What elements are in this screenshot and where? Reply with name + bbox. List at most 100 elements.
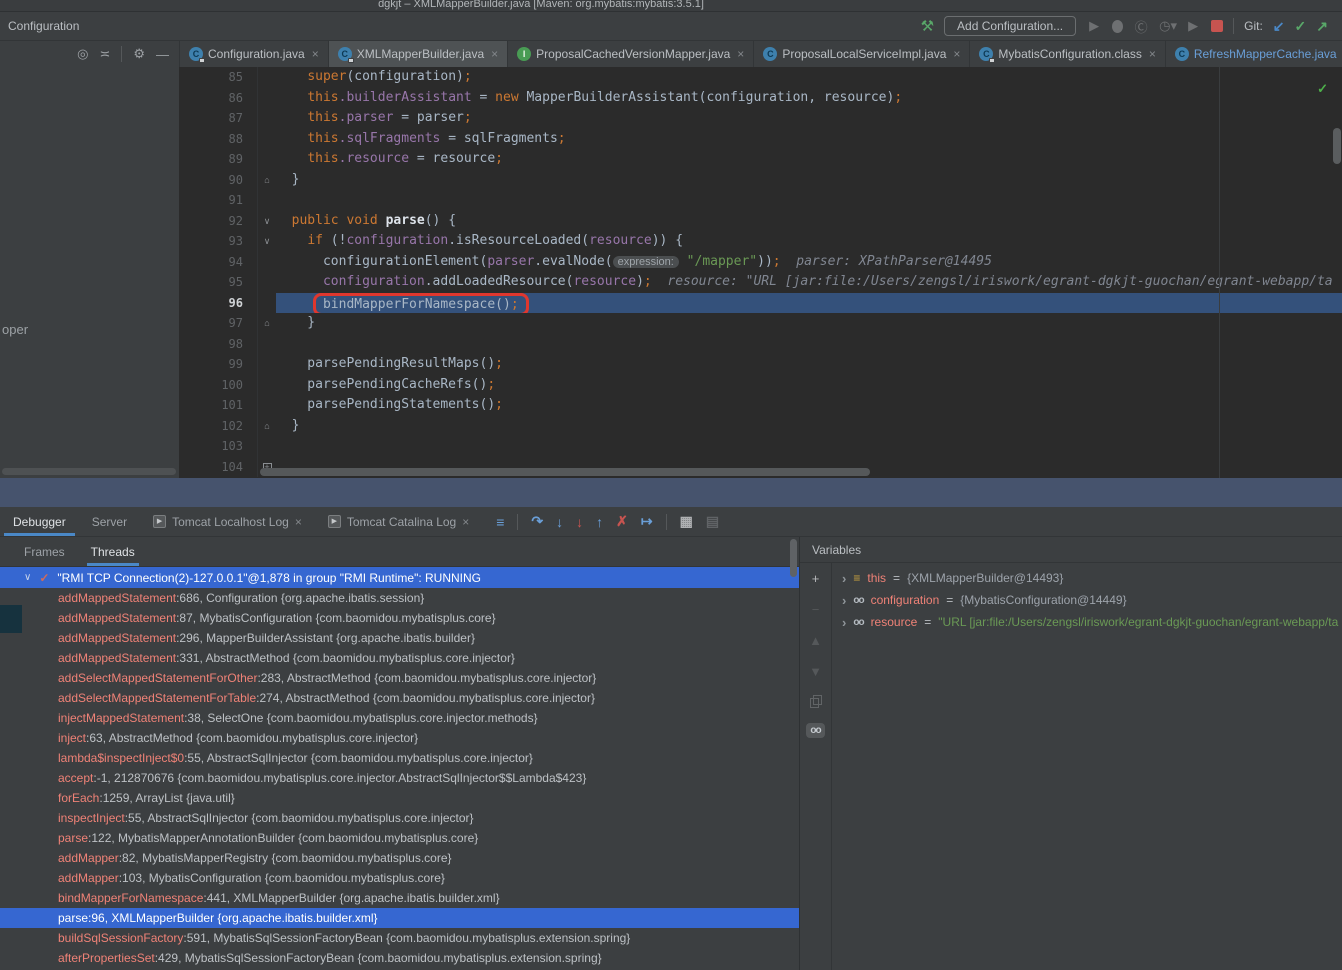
editor-tab[interactable]: IProposalCachedVersionMapper.java× — [508, 41, 754, 67]
chevron-right-icon[interactable]: › — [842, 593, 846, 608]
debug-tab[interactable]: Debugger — [0, 507, 79, 536]
close-icon[interactable]: × — [295, 515, 302, 529]
step-into-icon[interactable]: ↓ — [556, 514, 563, 530]
fold-marker[interactable]: ⌂ — [258, 170, 276, 191]
editor-tab[interactable]: CXMLMapperBuilder.java× — [329, 41, 508, 67]
step-out-icon[interactable]: ↑ — [596, 514, 603, 530]
frames-vertical-scrollbar[interactable] — [790, 539, 797, 577]
stack-frame-row[interactable]: forEach:1259, ArrayList {java.util} — [0, 788, 799, 808]
editor-tab[interactable]: CProposalLocalServiceImpl.java× — [754, 41, 970, 67]
build-hammer-icon[interactable]: ⚒ — [921, 17, 934, 35]
add-watch-icon[interactable]: + — [812, 571, 820, 586]
line-number: 97 — [180, 313, 258, 334]
step-over-icon[interactable]: ↷ — [531, 513, 543, 530]
run-to-cursor-icon[interactable]: ↦ — [641, 513, 653, 530]
fold-marker[interactable]: ⌂ — [258, 416, 276, 437]
code-editor[interactable]: 85 super(configuration);86 this.builderA… — [180, 67, 1342, 478]
coverage-icon[interactable]: Ⓒ — [1133, 17, 1149, 36]
code-line: 100 parsePendingCacheRefs(); — [180, 375, 1342, 396]
stack-frame-row[interactable]: addSelectMappedStatementForTable:274, Ab… — [0, 688, 799, 708]
console-icon: ▶ — [328, 515, 341, 528]
close-icon[interactable]: × — [312, 47, 319, 61]
add-configuration-button[interactable]: Add Configuration... — [944, 16, 1076, 36]
close-icon[interactable]: × — [1149, 47, 1156, 61]
editor-tab[interactable]: CRefreshMapperCache.java× — [1166, 41, 1342, 67]
drop-frame-icon[interactable]: ✗ — [616, 513, 628, 530]
close-icon[interactable]: × — [462, 515, 469, 529]
stack-frame-row[interactable]: afterPropertiesSet:429, MybatisSqlSessio… — [0, 948, 799, 968]
watches-glasses-icon[interactable]: oo — [806, 723, 824, 738]
hide-panel-icon[interactable]: — — [156, 47, 169, 62]
force-step-into-icon[interactable]: ↓ — [576, 514, 583, 530]
debug-tab[interactable]: ▶Tomcat Catalina Log× — [315, 507, 482, 536]
chevron-right-icon[interactable]: › — [842, 571, 846, 586]
table-icon[interactable]: ▦ — [680, 513, 693, 530]
stack-frame-row[interactable]: addMappedStatement:686, Configuration {o… — [0, 588, 799, 608]
editor-horizontal-scrollbar[interactable] — [260, 468, 870, 476]
move-down-icon[interactable]: ▼ — [809, 664, 822, 679]
fold-marker[interactable]: ⌂ — [258, 313, 276, 334]
variable-row[interactable]: ›≡this = {XMLMapperBuilder@14493} — [832, 567, 1342, 589]
editor-tab[interactable]: CConfiguration.java× — [180, 41, 329, 67]
console-icon: ▶ — [153, 515, 166, 528]
remove-watch-icon[interactable]: − — [812, 602, 820, 617]
editor-tab[interactable]: CMybatisConfiguration.class× — [970, 41, 1165, 67]
stack-frame-row[interactable]: addMappedStatement:87, MybatisConfigurat… — [0, 608, 799, 628]
tab-threads[interactable]: Threads — [91, 537, 135, 566]
stack-frame-row[interactable]: addSelectMappedStatementForOther:283, Ab… — [0, 668, 799, 688]
run-secondary-icon[interactable]: ▶ — [1185, 18, 1201, 34]
run-icon[interactable]: ▶ — [1086, 18, 1102, 34]
move-up-icon[interactable]: ▲ — [809, 633, 822, 648]
code-token: parsePendingStatements() — [276, 397, 495, 412]
debug-tab[interactable]: Server — [79, 507, 140, 536]
stack-frame-row[interactable]: addMappedStatement:331, AbstractMethod {… — [0, 648, 799, 668]
git-push-icon[interactable]: ↗ — [1316, 18, 1328, 35]
frame-location: :296, MapperBuilderAssistant {org.apache… — [176, 631, 475, 645]
chevron-down-icon[interactable]: ∨ — [24, 572, 31, 583]
locate-icon[interactable]: ◎ — [77, 46, 88, 62]
tab-frames[interactable]: Frames — [24, 537, 65, 566]
close-icon[interactable]: × — [737, 47, 744, 61]
editor-tab-bar: CConfiguration.java×CXMLMapperBuilder.ja… — [180, 41, 1342, 67]
fold-marker[interactable]: ∨ — [258, 211, 276, 232]
stack-frame-row[interactable]: injectMappedStatement:38, SelectOne {com… — [0, 708, 799, 728]
stack-frame-row[interactable]: addMappedStatement:296, MapperBuilderAss… — [0, 628, 799, 648]
stack-frame-row[interactable]: parse:96, XMLMapperBuilder {org.apache.i… — [0, 908, 799, 928]
close-icon[interactable]: × — [953, 47, 960, 61]
code-token: this — [307, 151, 338, 166]
chevron-right-icon[interactable]: › — [842, 615, 846, 630]
left-tool-window[interactable]: oper — [0, 67, 180, 478]
profiler-icon[interactable]: ◷▾ — [1159, 18, 1175, 34]
view-menu-icon[interactable]: ≡ — [496, 514, 504, 530]
stack-frame-row[interactable]: bindMapperForNamespace:441, XMLMapperBui… — [0, 888, 799, 908]
stack-frame-row[interactable]: addMapper:82, MybatisMapperRegistry {com… — [0, 848, 799, 868]
variable-row[interactable]: ›ooresource = "URL [jar:file:/Users/zeng… — [832, 611, 1342, 633]
stack-frame-row[interactable]: accept:-1, 212870676 {com.baomidou.mybat… — [0, 768, 799, 788]
code-token: resource — [573, 274, 636, 289]
duplicate-watch-icon[interactable] — [810, 695, 821, 707]
stack-frame-row[interactable]: inject:63, AbstractMethod {com.baomidou.… — [0, 728, 799, 748]
settings-gear-icon[interactable]: ⚙ — [133, 46, 145, 62]
class-icon: C — [979, 47, 993, 61]
layout-icon[interactable]: ▤ — [706, 513, 719, 530]
debug-tab[interactable]: ▶ Tomcat Localhost Log × — [140, 507, 315, 536]
stack-frame-row[interactable]: addMapper:103, MybatisConfiguration {com… — [0, 868, 799, 888]
window-title-bar: dgkjt – XMLMapperBuilder.java [Maven: or… — [0, 0, 1342, 12]
thread-row[interactable]: ∨ ✓ "RMI TCP Connection(2)-127.0.0.1"@1,… — [0, 567, 799, 588]
stack-frame-row[interactable]: lambda$inspectInject$0:55, AbstractSqlIn… — [0, 748, 799, 768]
git-update-icon[interactable]: ↙ — [1273, 18, 1285, 35]
stack-frame-row[interactable]: parse:122, MybatisMapperAnnotationBuilde… — [0, 828, 799, 848]
stop-icon[interactable] — [1211, 20, 1223, 32]
editor-vertical-scrollbar[interactable] — [1333, 128, 1341, 164]
stack-frame-row[interactable]: buildSqlSessionFactory:591, MybatisSqlSe… — [0, 928, 799, 948]
variable-row[interactable]: ›ooconfiguration = {MybatisConfiguration… — [832, 589, 1342, 611]
debug-icon[interactable] — [1112, 20, 1123, 33]
collapse-all-icon[interactable]: ≍ — [99, 46, 110, 62]
git-commit-icon[interactable]: ✓ — [1295, 18, 1307, 35]
stack-frame-row[interactable]: inspectInject:55, AbstractSqlInjector {c… — [0, 808, 799, 828]
debug-tab-label: Tomcat Localhost Log — [172, 515, 289, 529]
close-icon[interactable]: × — [491, 47, 498, 61]
left-panel-horizontal-scrollbar[interactable] — [2, 468, 176, 475]
code-token: this — [307, 110, 338, 125]
fold-marker[interactable]: ∨ — [258, 231, 276, 252]
